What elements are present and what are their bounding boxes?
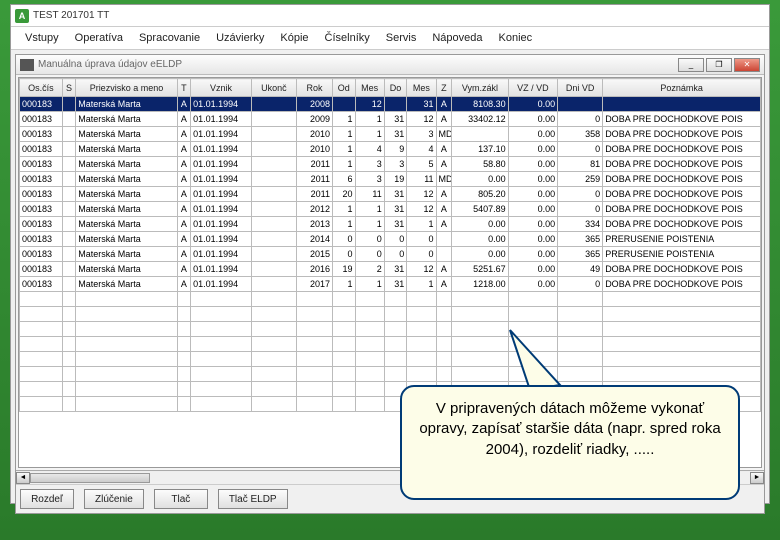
empty-row — [20, 352, 761, 367]
menu-spracovanie[interactable]: Spracovanie — [131, 30, 208, 46]
menu-operativa[interactable]: Operatíva — [67, 30, 131, 46]
empty-row — [20, 337, 761, 352]
col-header[interactable]: Od — [332, 79, 355, 97]
table-row[interactable]: 000183Materská MartaA01.01.1994200911311… — [20, 112, 761, 127]
titlebar: A TEST 201701 TT — [11, 5, 769, 27]
menu-koniec[interactable]: Koniec — [491, 30, 541, 46]
child-window-title: Manuálna úprava údajov eELDP — [38, 59, 674, 70]
table-row[interactable]: 000183Materská MartaA01.01.199420081231A… — [20, 97, 761, 112]
col-header[interactable]: Priezvisko a meno — [76, 79, 177, 97]
table-row[interactable]: 000183Materská MartaA01.01.1994201163191… — [20, 172, 761, 187]
menu-kopie[interactable]: Kópie — [272, 30, 316, 46]
table-row[interactable]: 000183Materská MartaA01.01.1994201711311… — [20, 277, 761, 292]
maximize-button[interactable]: ❐ — [706, 58, 732, 72]
help-callout: V pripravených dátach môžeme vykonať opr… — [400, 385, 740, 500]
empty-row — [20, 367, 761, 382]
menu-servis[interactable]: Servis — [378, 30, 425, 46]
menu-napoveda[interactable]: Nápoveda — [424, 30, 490, 46]
table-row[interactable]: 000183Materská MartaA01.01.1994201211311… — [20, 202, 761, 217]
scroll-left-button[interactable]: ◄ — [16, 472, 30, 484]
close-button[interactable]: ✕ — [734, 58, 760, 72]
empty-row — [20, 307, 761, 322]
rozdel-button[interactable]: Rozdeľ — [20, 489, 74, 509]
scroll-right-button[interactable]: ► — [750, 472, 764, 484]
table-row[interactable]: 000183Materská MartaA01.01.199420101494A… — [20, 142, 761, 157]
table-row[interactable]: 000183Materská MartaA01.01.199420111335A… — [20, 157, 761, 172]
table-row[interactable]: 000183Materská MartaA01.01.1994201500000… — [20, 247, 761, 262]
table-row[interactable]: 000183Materská MartaA01.01.1994201400000… — [20, 232, 761, 247]
document-icon — [20, 59, 34, 71]
menubar: Vstupy Operatíva Spracovanie Uzávierky K… — [11, 27, 769, 50]
col-header[interactable]: Mes — [407, 79, 436, 97]
col-header[interactable]: Ukonč — [251, 79, 296, 97]
col-header[interactable]: Rok — [296, 79, 332, 97]
col-header[interactable]: Mes — [355, 79, 384, 97]
empty-row — [20, 292, 761, 307]
table-row[interactable]: 000183Materská MartaA01.01.1994201011313… — [20, 127, 761, 142]
menu-uzavierky[interactable]: Uzávierky — [208, 30, 272, 46]
empty-row — [20, 322, 761, 337]
col-header[interactable]: Z — [436, 79, 452, 97]
col-header[interactable]: Vznik — [191, 79, 252, 97]
minimize-button[interactable]: _ — [678, 58, 704, 72]
menu-ciselniky[interactable]: Číselníky — [317, 30, 378, 46]
scroll-thumb[interactable] — [30, 473, 150, 483]
col-header[interactable]: T — [177, 79, 191, 97]
col-header[interactable]: Dni VD — [558, 79, 603, 97]
col-header[interactable]: VZ / VD — [508, 79, 558, 97]
zlucenie-button[interactable]: Zlúčenie — [84, 489, 144, 509]
child-window-titlebar: Manuálna úprava údajov eELDP _ ❐ ✕ — [16, 55, 764, 75]
col-header[interactable]: S — [62, 79, 76, 97]
menu-vstupy[interactable]: Vstupy — [17, 30, 67, 46]
grid-header: Os.čísSPriezvisko a menoTVznikUkončRokOd… — [20, 79, 761, 97]
table-row[interactable]: 000183Materská MartaA01.01.1994201311311… — [20, 217, 761, 232]
tlac-eldp-button[interactable]: Tlač ELDP — [218, 489, 288, 509]
callout-text: V pripravených dátach môžeme vykonať opr… — [419, 400, 720, 458]
col-header[interactable]: Vym.zákl — [452, 79, 508, 97]
col-header[interactable]: Poznámka — [603, 79, 761, 97]
col-header[interactable]: Do — [384, 79, 407, 97]
table-row[interactable]: 000183Materská MartaA01.01.1994201619231… — [20, 262, 761, 277]
col-header[interactable]: Os.čís — [20, 79, 63, 97]
table-row[interactable]: 000183Materská MartaA01.01.1994201120113… — [20, 187, 761, 202]
app-icon: A — [15, 9, 29, 23]
app-title: TEST 201701 TT — [33, 10, 109, 21]
tlac-button[interactable]: Tlač — [154, 489, 208, 509]
